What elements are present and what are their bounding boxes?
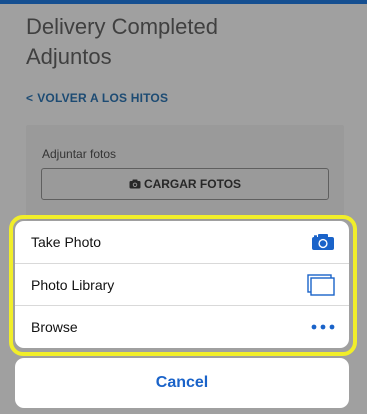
photo-library-icon — [307, 273, 335, 296]
photo-library-label: Photo Library — [31, 276, 115, 293]
browse-option[interactable]: Browse — [15, 305, 349, 347]
more-icon — [311, 324, 335, 330]
take-photo-option[interactable]: Take Photo — [15, 221, 349, 263]
cancel-button[interactable]: Cancel — [15, 358, 349, 408]
modal-dim-overlay[interactable] — [0, 0, 367, 414]
take-photo-label: Take Photo — [31, 234, 102, 250]
screen: Delivery Completed Adjuntos < VOLVER A LO… — [0, 0, 367, 414]
camera-icon — [311, 233, 335, 251]
browse-label: Browse — [31, 318, 78, 335]
photo-library-option[interactable]: Photo Library — [15, 263, 349, 305]
action-sheet: Take Photo Photo Library Browse — [15, 221, 349, 348]
